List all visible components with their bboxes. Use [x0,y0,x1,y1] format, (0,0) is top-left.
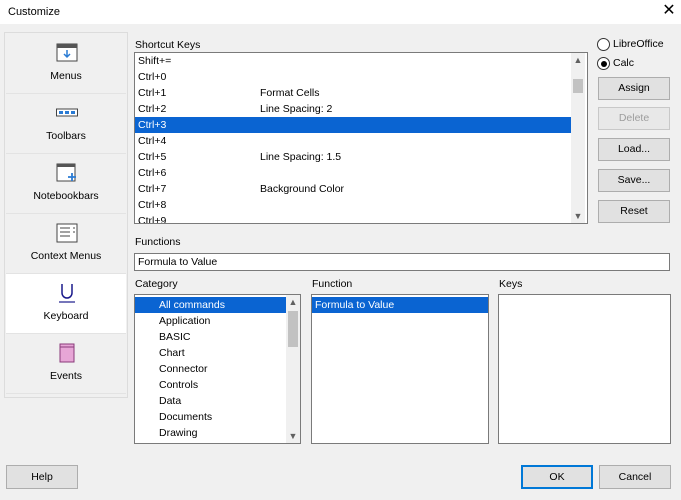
toolbars-icon [56,108,78,117]
shortcut-key: Ctrl+3 [138,119,167,131]
keys-label: Keys [499,278,523,290]
sidebar-item-events[interactable]: Events [6,334,126,394]
sidebar-item-keyboard[interactable]: Keyboard [6,274,126,334]
window-title: Customize [8,6,60,18]
ok-button[interactable]: OK [521,465,593,489]
list-item[interactable]: Ctrl+1 Format Cells [135,85,571,101]
scroll-down-icon[interactable]: ▼ [571,209,585,223]
radio-checked-dot [600,60,607,67]
close-icon[interactable]: ✕ [660,2,678,20]
category-item: BASIC [159,331,191,343]
list-item-selected[interactable]: All commands [135,297,286,313]
list-item-selected[interactable]: Formula to Value [312,297,488,313]
scroll-up-icon[interactable]: ▲ [286,295,300,309]
list-item[interactable]: BASIC [135,329,286,345]
sidebar-item-toolbars[interactable]: Toolbars [6,94,126,154]
shortcut-keys-scrollbar[interactable]: ▲ ▼ [571,53,585,223]
shortcut-command: Background Color [260,183,345,195]
shortcut-key: Ctrl+9 [138,215,167,224]
shortcut-key: Ctrl+6 [138,167,167,179]
context-menus-icon [56,223,78,243]
category-item: Application [159,315,211,327]
shortcut-key: Ctrl+5 [138,151,167,163]
scrollbar-thumb[interactable] [288,311,298,347]
list-item[interactable]: Documents [135,409,286,425]
category-item: Controls [159,379,199,391]
list-item[interactable]: Ctrl+6 [135,165,571,181]
sidebar-item-label: Context Menus [30,250,102,262]
category-item: Data [159,395,182,407]
shortcut-command: Line Spacing: 2 [260,103,333,115]
functions-search-input[interactable]: Formula to Value [134,253,670,271]
category-list[interactable]: All commands Application BASIC Chart Con… [134,294,301,444]
sidebar-item-label: Toolbars [46,130,86,142]
shortcut-keys-list[interactable]: Shift+= Ctrl+0 Ctrl+1 Format Cells Ctrl+… [134,52,588,224]
scope-radio-libreoffice[interactable] [597,38,610,51]
list-item[interactable]: Data [135,393,286,409]
scroll-down-icon[interactable]: ▼ [286,429,300,443]
sidebar: Menus Toolbars Notebookbars Context Menu… [4,32,128,398]
list-item[interactable]: Controls [135,377,286,393]
keyboard-icon [59,284,75,303]
list-item[interactable]: Ctrl+7 Background Color [135,181,571,197]
cancel-button[interactable]: Cancel [599,465,671,489]
load-button[interactable]: Load... [598,138,670,161]
shortcut-key: Ctrl+4 [138,135,167,147]
scope-label-libreoffice: LibreOffice [613,38,664,50]
list-item[interactable]: Chart [135,345,286,361]
shortcut-keys-label: Shortcut Keys [135,39,201,51]
function-list[interactable]: Formula to Value [311,294,489,444]
help-button[interactable]: Help [6,465,78,489]
shortcut-key: Ctrl+1 [138,87,167,99]
category-scrollbar[interactable]: ▲ ▼ [286,295,300,443]
menus-icon [56,43,78,62]
assign-button[interactable]: Assign [598,77,670,100]
category-label: Category [135,278,178,290]
scrollbar-thumb[interactable] [573,79,583,93]
shortcut-command: Format Cells [260,87,320,99]
shortcut-command: Line Spacing: 1.5 [260,151,342,163]
sidebar-item-label: Menus [50,70,82,82]
category-item: Documents [159,411,213,423]
shortcut-key: Ctrl+8 [138,199,167,211]
shortcut-key: Shift+= [138,55,172,67]
list-item[interactable]: Ctrl+8 [135,197,571,213]
sidebar-item-context-menus[interactable]: Context Menus [6,214,126,274]
category-item: Drawing [159,427,198,439]
list-item[interactable]: Shift+= [135,53,571,69]
category-item: Connector [159,363,208,375]
events-icon [59,343,75,363]
title-bar [0,0,681,24]
list-item[interactable]: Application [135,313,286,329]
shortcut-key: Ctrl+7 [138,183,167,195]
sidebar-item-menus[interactable]: Menus [6,34,126,94]
list-item[interactable]: Connector [135,361,286,377]
category-item: Chart [159,347,185,359]
keys-list[interactable] [498,294,671,444]
list-item[interactable]: Drawing [135,425,286,441]
scope-label-calc: Calc [613,57,635,69]
reset-button[interactable]: Reset [598,200,670,223]
category-item: All commands [159,299,225,311]
function-label: Function [312,278,353,290]
list-item[interactable]: Ctrl+4 [135,133,571,149]
scroll-up-icon[interactable]: ▲ [571,53,585,67]
list-item[interactable]: Ctrl+0 [135,69,571,85]
shortcut-key: Ctrl+2 [138,103,167,115]
list-item[interactable]: Ctrl+5 Line Spacing: 1.5 [135,149,571,165]
delete-button[interactable]: Delete [598,107,670,130]
list-item[interactable]: Ctrl+9 [135,213,571,224]
function-item: Formula to Value [315,299,395,311]
sidebar-item-label: Events [49,370,83,382]
sidebar-item-label: Notebookbars [33,190,99,202]
save-button[interactable]: Save... [598,169,670,192]
sidebar-item-notebookbars[interactable]: Notebookbars [6,154,126,214]
functions-label: Functions [135,236,181,248]
list-item[interactable]: Ctrl+2 Line Spacing: 2 [135,101,571,117]
shortcut-key: Ctrl+0 [138,71,167,83]
list-item-selected[interactable]: Ctrl+3 [135,117,571,133]
notebookbars-icon [56,163,76,182]
sidebar-item-label: Keyboard [43,310,89,322]
scope-radio-calc[interactable] [597,57,610,70]
